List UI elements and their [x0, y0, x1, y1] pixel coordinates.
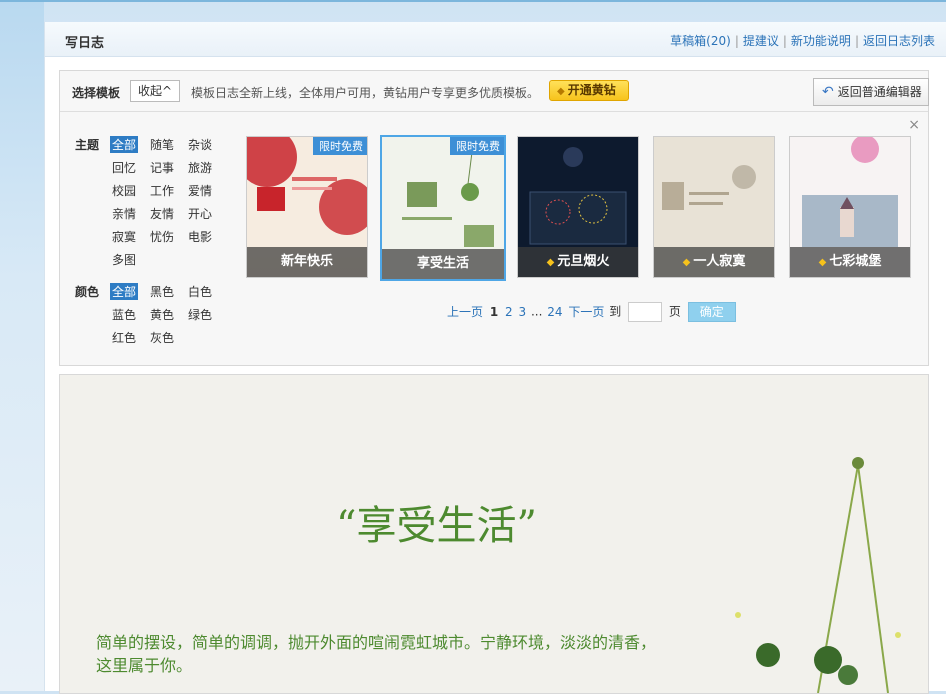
theme-filter[interactable]: 友情	[148, 205, 176, 222]
back-to-normal-editor-button[interactable]: ↶ 返回普通编辑器	[813, 78, 929, 106]
background-decoration	[0, 2, 44, 691]
template-card[interactable]: 限时免费 新年快乐	[246, 136, 368, 278]
pager-ellipsis: ...	[530, 304, 543, 319]
collapse-button[interactable]: 收起^	[130, 80, 180, 102]
color-filter[interactable]: 白色	[186, 283, 214, 300]
theme-filter[interactable]: 杂谈	[186, 136, 214, 153]
theme-filter[interactable]: 记事	[148, 159, 176, 176]
theme-filter[interactable]: 亲情	[110, 205, 138, 222]
undo-arrow-icon: ↶	[822, 84, 834, 100]
top-border	[0, 0, 946, 2]
last-page-link[interactable]: 24	[547, 305, 562, 319]
diamond-icon: ◆	[818, 257, 827, 268]
theme-filter-all[interactable]: 全部	[110, 136, 139, 153]
color-filter[interactable]: 绿色	[186, 306, 214, 323]
template-notice: 模板日志全新上线，全体用户可用，黄钻用户专享更多优质模板。	[191, 86, 540, 100]
prev-page-link[interactable]: 上一页	[447, 305, 483, 319]
template-preview	[790, 137, 910, 247]
template-thumbnails: 限时免费 新年快乐 限时免费 享受生活 ◆ 元旦烟火 ◆ 一人寂寞 ◆ 七彩城堡	[246, 135, 916, 281]
template-preview	[518, 137, 638, 247]
template-name: ◆ 七彩城堡	[790, 247, 910, 277]
chevron-up-icon: ^	[161, 84, 173, 98]
open-vip-button[interactable]: ◆ 开通黄钻	[549, 80, 629, 101]
title-bar: 写日志 草稿箱(20) | 提建议 | 新功能说明 | 返回日志列表	[45, 22, 946, 57]
template-card[interactable]: ◆ 一人寂寞	[653, 136, 775, 278]
diamond-icon: ◆	[682, 257, 691, 268]
theme-filter[interactable]: 多图	[110, 251, 138, 268]
theme-filter[interactable]: 校园	[110, 182, 138, 199]
drafts-link[interactable]: 草稿箱(20)	[670, 34, 731, 48]
color-filter-all[interactable]: 全部	[110, 283, 139, 300]
page-link[interactable]: 2	[505, 305, 513, 319]
color-filter[interactable]: 红色	[110, 329, 138, 346]
template-name: 享受生活	[382, 249, 504, 279]
template-filters: 主题 全部 随笔 杂谈 回忆 记事 旅游 校园 工作 爱情 亲情 友情 开心 寂…	[74, 133, 234, 349]
color-filter[interactable]: 蓝色	[110, 306, 138, 323]
back-to-list-link[interactable]: 返回日志列表	[863, 34, 935, 48]
template-name: ◆ 一人寂寞	[654, 247, 774, 277]
diamond-icon: ◆	[557, 86, 565, 97]
theme-filter[interactable]: 电影	[186, 228, 214, 245]
color-filter[interactable]: 黄色	[148, 306, 176, 323]
editor-body-text: 简单的摆设，简单的调调，抛开外面的喧闹霓虹城市。宁静环境，淡淡的清香，这里属于你…	[96, 633, 657, 675]
template-preview	[654, 137, 774, 247]
template-header: 选择模板 收起^ 模板日志全新上线，全体用户可用，黄钻用户专享更多优质模板。 ◆…	[60, 71, 929, 112]
blog-editor-panel: 写日志 草稿箱(20) | 提建议 | 新功能说明 | 返回日志列表 选择模板 收起^ 模板…	[44, 22, 946, 694]
theme-filter[interactable]: 旅游	[186, 159, 214, 176]
current-page: 1	[489, 304, 499, 319]
free-badge: 限时免费	[313, 137, 367, 155]
close-icon[interactable]: ×	[908, 117, 920, 133]
color-label: 颜色	[75, 285, 100, 299]
diamond-icon: ◆	[546, 257, 555, 268]
theme-filter[interactable]: 开心	[186, 205, 214, 222]
hanging-plant-decoration	[735, 457, 901, 693]
color-filter[interactable]: 灰色	[148, 329, 176, 346]
theme-filter[interactable]: 寂寞	[110, 228, 138, 245]
template-name: ◆ 元旦烟火	[518, 247, 638, 277]
blog-editor-canvas[interactable]: “享受生活” 简单的摆设，简单的调调，抛开外面的喧闹霓虹城市。宁静环境，淡淡的清…	[59, 374, 929, 694]
theme-label: 主题	[75, 138, 100, 152]
theme-filter[interactable]: 工作	[148, 182, 176, 199]
goto-label: 到	[609, 304, 622, 319]
confirm-page-button[interactable]: 确定	[687, 302, 736, 322]
template-name: 新年快乐	[247, 247, 367, 277]
free-badge: 限时免费	[450, 137, 504, 155]
top-links: 草稿箱(20) | 提建议 | 新功能说明 | 返回日志列表	[670, 34, 935, 48]
template-card[interactable]: ◆ 元旦烟火	[517, 136, 639, 278]
page-label: 页	[668, 304, 681, 319]
template-label: 选择模板	[72, 86, 121, 100]
template-card-selected[interactable]: 限时免费 享受生活	[380, 135, 506, 281]
page-link[interactable]: 3	[519, 305, 527, 319]
theme-filter[interactable]: 回忆	[110, 159, 138, 176]
new-features-link[interactable]: 新功能说明	[791, 34, 851, 48]
theme-filter[interactable]: 爱情	[186, 182, 214, 199]
color-filter[interactable]: 黑色	[148, 283, 176, 300]
feedback-link[interactable]: 提建议	[743, 34, 779, 48]
template-card[interactable]: ◆ 七彩城堡	[789, 136, 911, 278]
page-title: 写日志	[65, 36, 105, 51]
page-number-input[interactable]	[628, 302, 663, 322]
theme-filter[interactable]: 忧伤	[148, 228, 176, 245]
pagination: 上一页 1 2 3 ... 24 下一页 到 页 确定	[446, 302, 736, 322]
theme-filter[interactable]: 随笔	[148, 136, 176, 153]
editor-title: “享受生活”	[336, 503, 537, 549]
template-selector: 选择模板 收起^ 模板日志全新上线，全体用户可用，黄钻用户专享更多优质模板。 ◆…	[59, 70, 929, 366]
next-page-link[interactable]: 下一页	[568, 305, 604, 319]
